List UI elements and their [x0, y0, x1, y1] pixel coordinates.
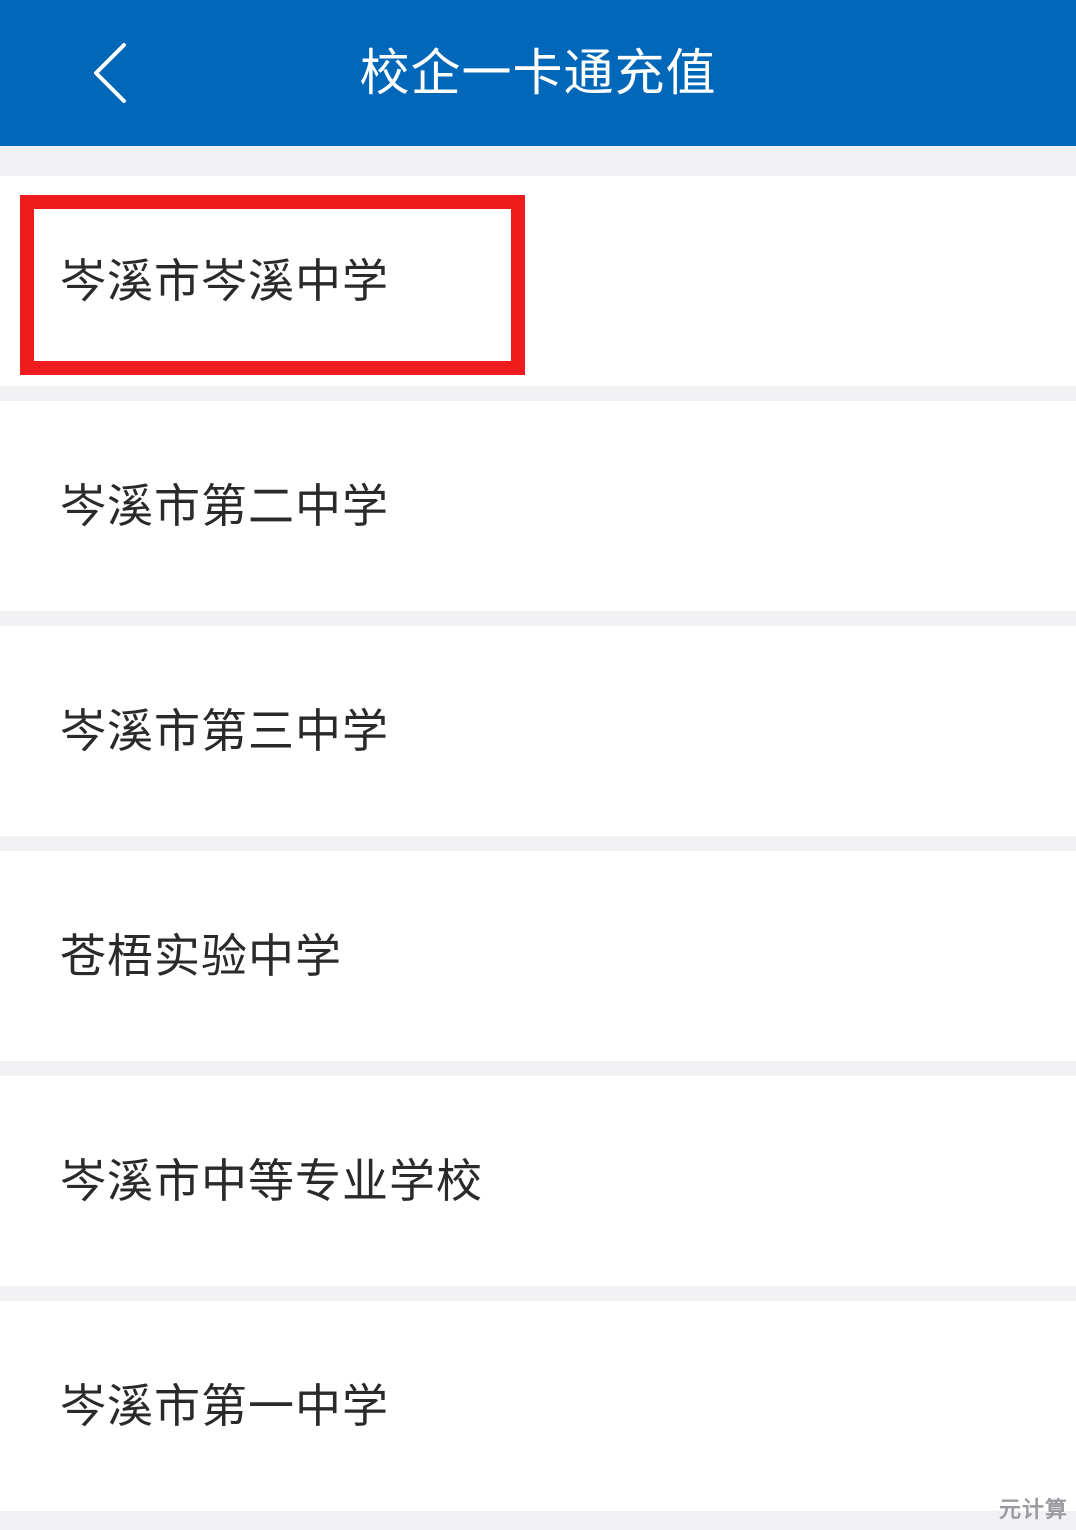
school-list-item[interactable]: 苍梧实验中学: [0, 851, 1076, 1061]
school-list-item[interactable]: 岑溪市第一中学: [0, 1301, 1076, 1511]
school-list-item[interactable]: 岑溪市第三中学: [0, 626, 1076, 836]
school-name: 苍梧实验中学: [60, 929, 342, 983]
school-list-item[interactable]: 岑溪市中等专业学校: [0, 1076, 1076, 1286]
app-header: 校企一卡通充值: [0, 0, 1076, 146]
school-name: 岑溪市第三中学: [60, 704, 389, 758]
school-name: 岑溪市第一中学: [60, 1379, 389, 1433]
school-name: 岑溪市岑溪中学: [60, 254, 389, 308]
school-list-item[interactable]: 岑溪市岑溪中学: [0, 176, 1076, 386]
page-title: 校企一卡通充值: [359, 44, 717, 102]
school-list-item[interactable]: 岑溪市第二中学: [0, 401, 1076, 611]
school-name: 岑溪市中等专业学校: [60, 1154, 483, 1208]
school-list: 岑溪市岑溪中学 岑溪市第二中学 岑溪市第三中学 苍梧实验中学 岑溪市中等专业学校…: [0, 176, 1076, 1526]
school-name: 岑溪市第二中学: [60, 479, 389, 533]
watermark: 元计算: [998, 1498, 1068, 1523]
